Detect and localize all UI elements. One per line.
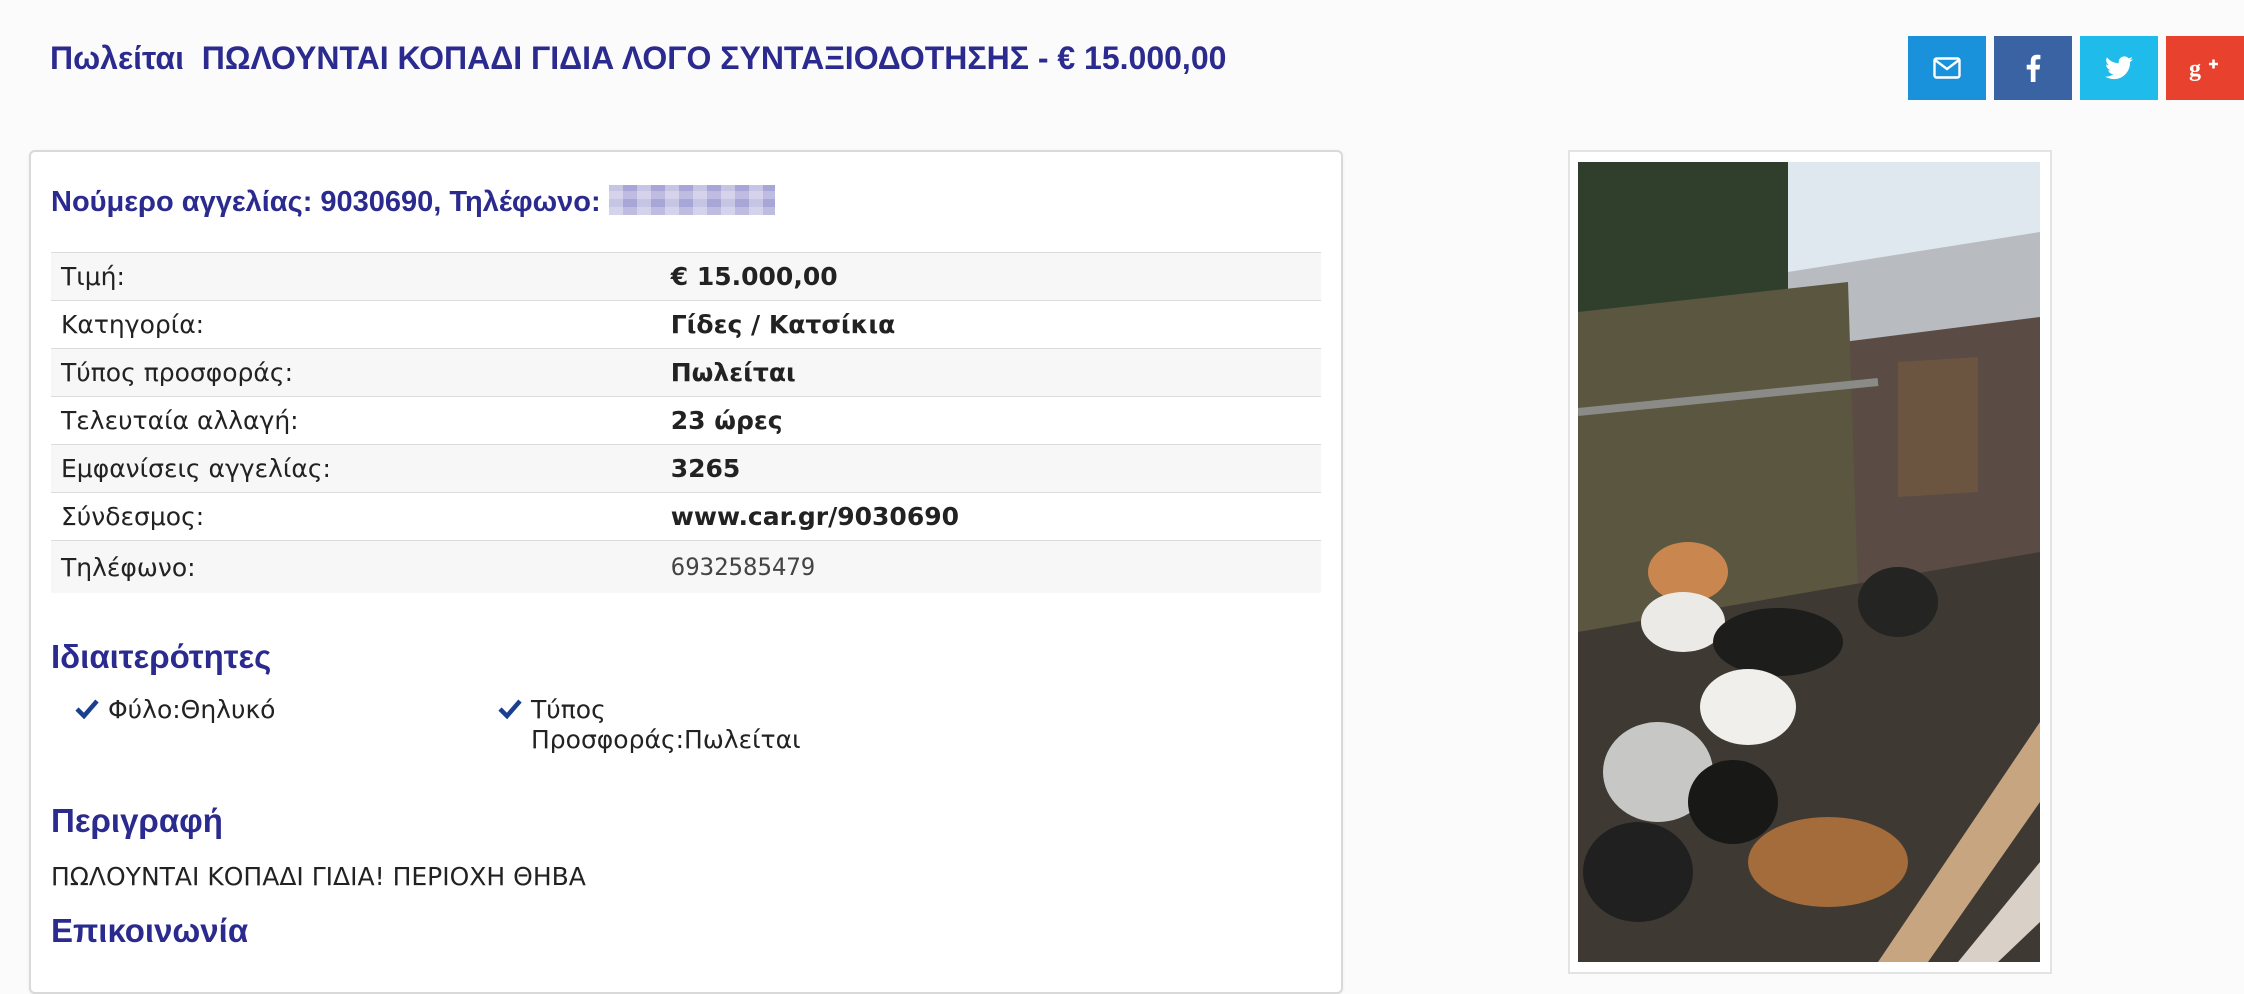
details-row: Τύπος προσφοράς: Πωλείται (51, 348, 1321, 397)
detail-label: Κατηγορία: (51, 300, 671, 349)
share-email-button[interactable] (1908, 36, 1986, 100)
details-row: Σύνδεσμος: www.car.gr/9030690 (51, 492, 1321, 541)
share-facebook-button[interactable] (1994, 36, 2072, 100)
goats-photo-image (1578, 162, 2040, 962)
detail-label: Τηλέφωνο: (51, 540, 671, 593)
detail-value: Πωλείται (670, 348, 1321, 397)
ad-details-card: Νούμερο αγγελίας: 9030690, Τηλέφωνο: Τιμ… (29, 150, 1343, 994)
page-title: Πωλείται ΠΩΛΟΥΝΤΑΙ ΚΟΠΑΔΙ ΓΙΔΙΑ ΛΟΓΟ ΣΥΝ… (50, 40, 1227, 76)
check-icon (75, 699, 99, 719)
google-plus-icon: g (2189, 56, 2218, 81)
detail-value: Γίδες / Κατσίκια (670, 300, 1321, 349)
contact-heading: Επικοινωνία (51, 912, 249, 949)
svg-text:g: g (2189, 56, 2201, 81)
detail-value[interactable]: www.car.gr/9030690 (670, 492, 1321, 541)
feature-item-gender: Φύλο:Θηλυκό (75, 695, 276, 725)
description-text: ΠΩΛΟΥΝΤΑΙ ΚΟΠΑΔΙ ΓΙΔΙΑ! ΠΕΡΙΟΧΗ ΘΗΒΑ (51, 862, 586, 891)
detail-value: € 15.000,00 (670, 252, 1321, 301)
details-row: Κατηγορία: Γίδες / Κατσίκια (51, 300, 1321, 349)
feature-label: Φύλο:Θηλυκό (108, 695, 276, 724)
detail-label: Σύνδεσμος: (51, 492, 671, 541)
share-bar: g (1908, 36, 2244, 100)
details-row: Εμφανίσεις αγγελίας: 3265 (51, 444, 1321, 493)
blurred-phone (608, 185, 775, 215)
feature-label-line1: Τύπος (531, 695, 606, 724)
ad-number-header: Νούμερο αγγελίας: 9030690, Τηλέφωνο: (51, 185, 775, 219)
features-heading: Ιδιαιτερότητες (51, 638, 272, 675)
detail-value: 3265 (670, 444, 1321, 493)
feature-label-line2: Προσφοράς:Πωλείται (531, 725, 801, 754)
detail-label: Τελευταία αλλαγή: (51, 396, 671, 445)
detail-label: Τιμή: (51, 252, 671, 301)
details-table: Τιμή: € 15.000,00 Κατηγορία: Γίδες / Κατσίκ… (51, 252, 1321, 593)
check-icon (498, 699, 522, 719)
detail-value: 6932585479 (670, 540, 1321, 593)
description-heading: Περιγραφή (51, 802, 223, 839)
detail-value: 23 ώρες (670, 396, 1321, 445)
share-google-plus-button[interactable]: g (2166, 36, 2244, 100)
detail-label: Τύπος προσφοράς: (51, 348, 671, 397)
envelope-icon (1933, 57, 1961, 79)
ad-number-text: Νούμερο αγγελίας: 9030690, Τηλέφωνο: (51, 186, 601, 218)
facebook-icon (2026, 54, 2041, 82)
details-row: Τηλέφωνο: 6932585479 (51, 540, 1321, 593)
details-row: Τιμή: € 15.000,00 (51, 252, 1321, 301)
twitter-icon (2105, 56, 2133, 80)
details-row: Τελευταία αλλαγή: 23 ώρες (51, 396, 1321, 445)
feature-item-offer-type: Τύπος Προσφοράς:Πωλείται (498, 695, 801, 755)
detail-label: Εμφανίσεις αγγελίας: (51, 444, 671, 493)
photo-frame (1568, 150, 2052, 974)
ad-photo[interactable] (1578, 162, 2040, 962)
share-twitter-button[interactable] (2080, 36, 2158, 100)
